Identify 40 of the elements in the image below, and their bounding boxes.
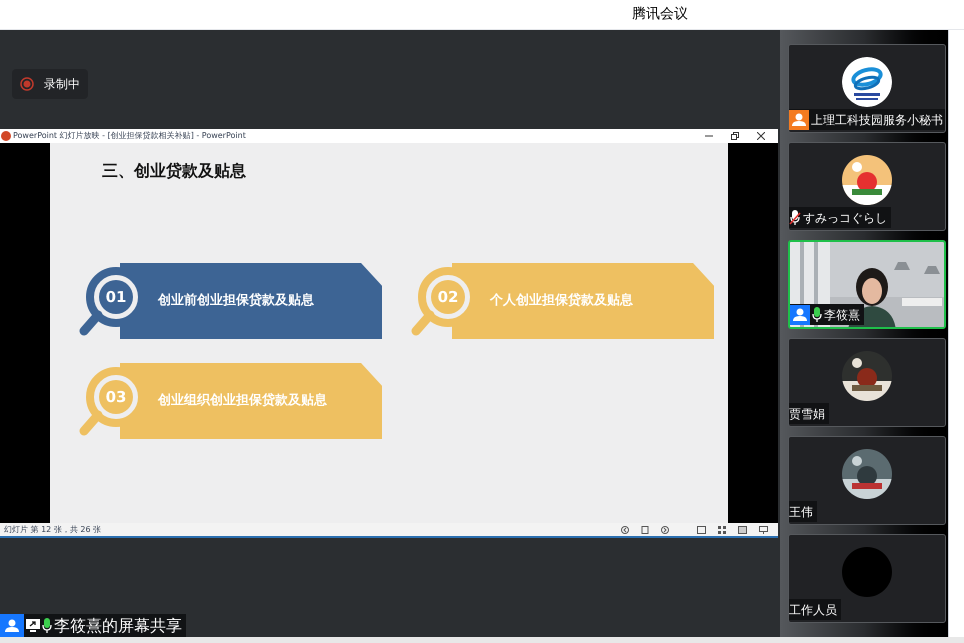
record-icon [20, 77, 34, 91]
screen-share-icon [26, 618, 40, 632]
participant-tile[interactable]: 李筱熹 [788, 240, 946, 329]
close-icon[interactable] [757, 132, 765, 140]
slide-counter: 幻灯片 第 12 张，共 26 张 [4, 524, 102, 536]
topic-number: 03 [104, 387, 128, 407]
participant-tile[interactable]: 工作人员 [788, 534, 946, 623]
topic-label: 创业前创业担保贷款及贴息 [158, 292, 314, 310]
slide-heading: 三、创业贷款及贴息 [102, 160, 246, 182]
participant-name: 李筱熹 [824, 308, 860, 320]
presentation-title: PowerPoint 幻灯片放映 - [创业担保贷款相关补贴] - PowerPoint [13, 130, 246, 142]
app-icon [1, 131, 11, 141]
person-icon [5, 619, 19, 632]
participant-name: 王伟 [789, 506, 813, 518]
recording-indicator[interactable]: 录制中 [12, 69, 88, 99]
participant-name: 工作人员 [789, 604, 837, 616]
participant-tile[interactable]: 上理工科技园服务小秘书 [788, 44, 946, 133]
participant-tile[interactable]: 王伟 [788, 436, 946, 525]
person-icon [793, 308, 807, 321]
reading-view-icon[interactable] [738, 526, 747, 534]
slideshow-icon[interactable] [759, 526, 768, 534]
participant-name: 上理工科技园服务小秘书 [811, 114, 943, 126]
recording-label: 录制中 [44, 76, 80, 93]
participant-name: すみっコぐらし [803, 212, 887, 224]
normal-view-icon[interactable] [697, 526, 706, 534]
participant-name: 贾雪娟 [789, 408, 825, 420]
notes-icon[interactable] [641, 526, 649, 534]
window-title: 腾讯会议 [632, 5, 688, 24]
restore-icon[interactable] [731, 132, 739, 140]
share-text: 李筱熹的屏幕共享 [54, 614, 182, 636]
participant-tile[interactable]: 贾雪娟 [788, 338, 946, 427]
topic-number: 01 [104, 287, 128, 307]
topic-label: 个人创业担保贷款及贴息 [490, 292, 633, 310]
topic-label: 创业组织创业担保贷款及贴息 [158, 392, 327, 410]
topic-number: 02 [436, 287, 460, 307]
next-icon[interactable] [661, 526, 669, 534]
participant-tile[interactable]: すみっコぐらし [788, 142, 946, 231]
person-icon [792, 113, 806, 126]
grid-view-icon[interactable] [718, 526, 726, 534]
previous-icon[interactable] [621, 526, 629, 534]
